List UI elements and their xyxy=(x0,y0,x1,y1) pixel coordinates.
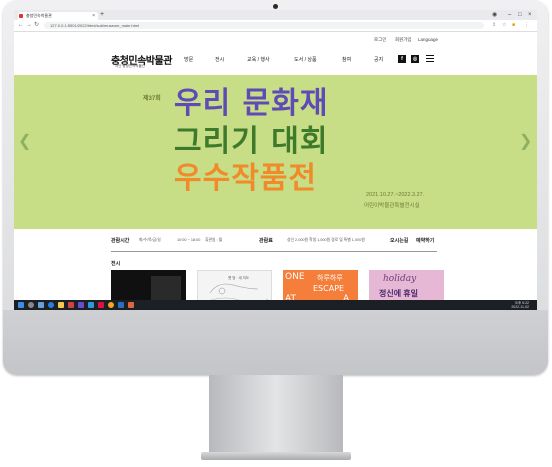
language-link[interactable]: Language xyxy=(418,37,438,42)
signup-link[interactable]: 회원가입 xyxy=(395,37,412,43)
new-tab-button[interactable]: + xyxy=(100,11,104,19)
nav-visit[interactable]: 방문 xyxy=(184,56,193,63)
forward-icon[interactable]: → xyxy=(26,21,32,30)
maximize-icon[interactable]: □ xyxy=(518,11,522,19)
edge-icon[interactable] xyxy=(48,302,54,308)
hours-time: 10:00 ~ 18:00 xyxy=(177,237,201,242)
exhibits-title: 전시 xyxy=(111,261,121,267)
closed-day: 휴관일 : 월 xyxy=(205,237,223,242)
app-icon-blue[interactable] xyxy=(118,302,124,308)
address-bar-row: ← → ↻ 127.0.0.1:5501/2022/html/sub/museu… xyxy=(14,20,537,32)
back-icon[interactable]: ← xyxy=(18,21,24,30)
browser-tab[interactable]: 충청민속박물관 × xyxy=(18,12,98,20)
start-icon[interactable] xyxy=(18,302,24,308)
login-link[interactable]: 로그인 xyxy=(374,37,386,43)
directions-link[interactable]: 오시는길 xyxy=(390,237,408,244)
banner-title-line3: 우수작품전 xyxy=(174,161,317,196)
imac-stand-foot xyxy=(201,452,351,460)
extension-icon[interactable]: ■ xyxy=(512,22,515,29)
escape-text-3: ESCAPE xyxy=(313,284,345,293)
bookmark-icon[interactable]: ☆ xyxy=(502,22,506,29)
reload-icon[interactable]: ↻ xyxy=(34,21,39,30)
hours-days: 화/수/목/금/일 xyxy=(139,237,161,242)
share-icon[interactable]: ⇪ xyxy=(492,22,496,29)
explorer-icon[interactable] xyxy=(58,302,64,308)
hours-label: 관람시간 xyxy=(111,238,130,244)
nav-books[interactable]: 도서 / 상품 xyxy=(294,56,317,63)
app-icon-purple[interactable] xyxy=(78,302,84,308)
imac-chin xyxy=(3,310,548,375)
favicon-icon xyxy=(19,14,23,18)
nav-exhibition[interactable]: 전시 xyxy=(215,56,224,63)
escape-text-2: 하루하루 xyxy=(317,275,343,282)
facebook-icon[interactable]: f xyxy=(398,55,406,63)
map-thumb-text: 옛 땅 · 새 지도 xyxy=(228,276,250,280)
clock[interactable]: 오후 5:22 2022-11-02 xyxy=(511,301,529,309)
clock-date: 2022-11-02 xyxy=(511,305,529,309)
holiday-text-2: 정신에 휴일 xyxy=(379,289,419,298)
close-window-icon[interactable]: × xyxy=(528,11,532,19)
fee-label: 관람료 xyxy=(259,238,273,244)
holiday-text-1: holiday xyxy=(383,274,417,284)
app-icon-pink[interactable] xyxy=(98,302,104,308)
profile-icon[interactable]: ◉ xyxy=(492,11,497,19)
vscode-icon[interactable] xyxy=(88,302,94,308)
close-tab-icon[interactable]: × xyxy=(92,12,95,20)
url-input[interactable]: 127.0.0.1:5501/2022/html/sub/museum_main… xyxy=(44,22,484,29)
taskbar: 오후 5:22 2022-11-02 xyxy=(14,300,537,310)
app-icon-orange[interactable] xyxy=(128,302,134,308)
banner-edition: 제37회 xyxy=(143,96,161,102)
task-view-icon[interactable] xyxy=(38,302,44,308)
instagram-icon[interactable]: ◎ xyxy=(411,55,419,63)
tab-title: 충청민속박물관 xyxy=(26,13,52,18)
app-icon-red[interactable] xyxy=(68,302,74,308)
menu-icon[interactable]: ⋮ xyxy=(524,22,529,29)
imac-stand xyxy=(209,375,343,458)
banner-place: 어린이박물관특별전시실 xyxy=(364,203,420,209)
nav-education[interactable]: 교육 / 행사 xyxy=(247,56,270,63)
minimize-icon[interactable]: – xyxy=(508,11,511,19)
banner-title-line2: 그리기 대회 xyxy=(174,124,329,159)
main-banner[interactable]: ❮ ❯ 제37회 우리 문화재 그리기 대회 우수작품전 2021.10.27.… xyxy=(14,75,537,229)
info-bar: 관람시간 화/수/목/금/일 10:00 ~ 18:00 휴관일 : 월 관람료… xyxy=(111,229,437,252)
camera xyxy=(273,4,278,9)
nav-participate[interactable]: 참여 xyxy=(342,56,351,63)
banner-title-line1: 우리 문화재 xyxy=(174,86,329,121)
chrome-icon[interactable] xyxy=(108,302,114,308)
hamburger-menu-icon[interactable] xyxy=(426,55,434,62)
banner-prev-icon[interactable]: ❮ xyxy=(18,131,31,151)
fee-text: 성인 2,000원 학생 1,000원 경로 및 특별 1,000원 xyxy=(287,237,365,242)
screen: 충청민속박물관 × + ◉ – □ × ← → ↻ 127.0.0.1:5501… xyxy=(14,10,537,310)
search-icon[interactable] xyxy=(28,302,34,308)
escape-text-1: ONE xyxy=(285,272,305,282)
reserve-link[interactable]: 예약하기 xyxy=(416,237,434,244)
banner-dates: 2021.10.27.~2022.3.27. xyxy=(366,192,425,198)
nav-notice[interactable]: 공지 xyxy=(374,56,383,63)
site-logo-sub: 사단 충청민속박물관 xyxy=(115,64,145,68)
banner-next-icon[interactable]: ❯ xyxy=(519,131,532,151)
browser-tab-bar: 충청민속박물관 × + ◉ – □ × xyxy=(14,10,537,20)
